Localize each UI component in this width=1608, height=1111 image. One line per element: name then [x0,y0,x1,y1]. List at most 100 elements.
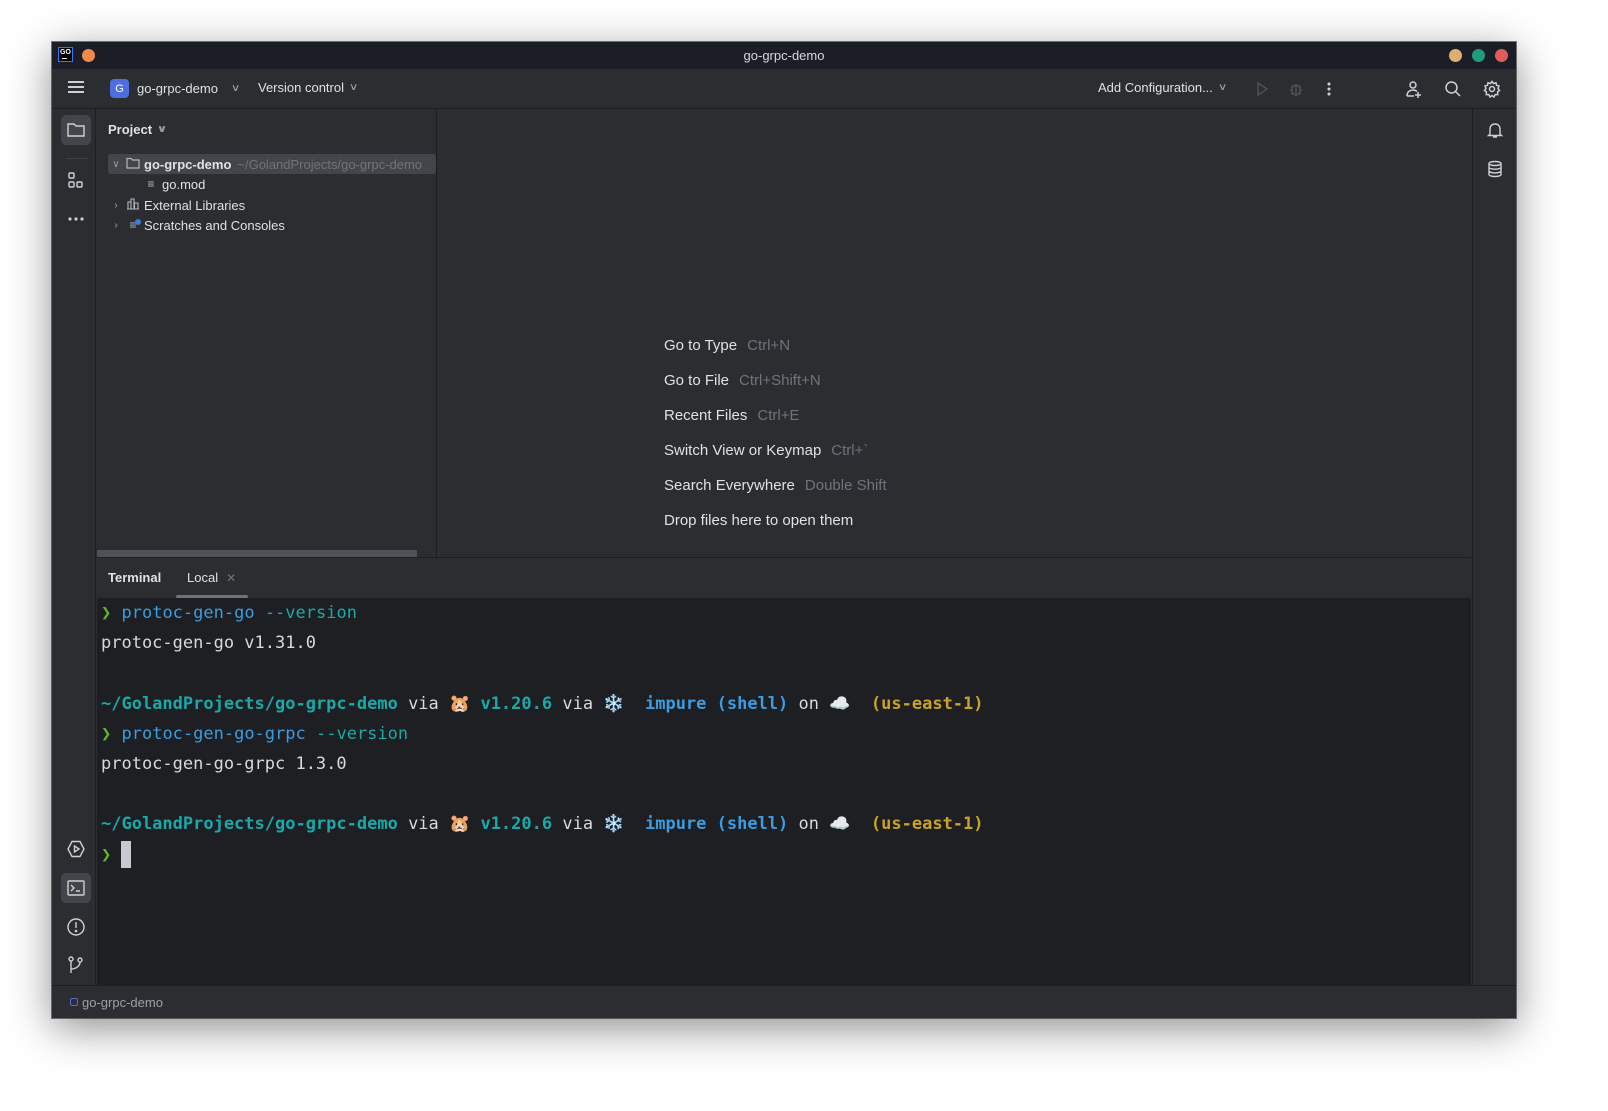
tree-item-go-mod[interactable]: ≡ go.mod [108,174,436,194]
status-project-name[interactable]: go-grpc-demo [82,995,163,1010]
minimize-button[interactable] [1449,49,1462,62]
tree-item-project-root[interactable]: ∨ go-grpc-demo ~/GolandProjects/go-grpc-… [108,154,436,174]
scratches-icon: ≡ [124,218,142,232]
hint-switch-view: Switch View or Keymap Ctrl+` [664,442,869,459]
terminal-line: ❯ protoc-gen-go --version [101,603,357,623]
notifications-button[interactable] [1480,115,1510,145]
settings-button[interactable] [1480,77,1504,101]
problems-icon [67,918,85,936]
add-user-icon [1406,81,1421,98]
version-control-label: Version control [258,80,344,95]
run-icon [1257,81,1269,97]
add-configuration-label: Add Configuration... [1098,80,1213,95]
chevron-down-icon: ∨ [348,82,359,93]
notifications-bell-icon [1486,123,1504,138]
gopher-icon: 🐹 [449,693,471,714]
debug-button[interactable] [1284,77,1308,101]
terminal-line: protoc-gen-go-grpc 1.3.0 [101,753,347,774]
project-folder-icon [67,123,85,137]
editor-area: Go to Type Ctrl+N Go to File Ctrl+Shift+N … [438,109,1471,557]
goland-logo-icon: GO [58,47,73,62]
run-button[interactable] [1250,77,1274,101]
chevron-down-icon: ∨ [1217,82,1228,93]
git-tool-button[interactable] [61,950,91,980]
terminal-line: protoc-gen-go v1.31.0 [101,633,316,654]
snowflake-icon: ❄️ [603,693,625,714]
project-switcher[interactable]: G go-grpc-demo ∨ [110,79,241,98]
snowflake-icon: ❄️ [603,814,625,835]
gopher-icon: 🐹 [449,814,471,835]
terminal-prompt-line: ~/GolandProjects/go-grpc-demo via 🐹 v1.2… [101,693,984,714]
window-title: go-grpc-demo [743,48,825,63]
terminal-title: Terminal [108,570,162,585]
services-icon [67,840,85,858]
cloud-icon: ☁️ [829,693,851,714]
terminal-icon [67,880,85,896]
hint-recent-files: Recent Files Ctrl+E [664,407,800,424]
project-panel: Project ∨ ∨ go-grpc-demo ~/GolandProject… [97,109,437,557]
search-everywhere-button[interactable] [1441,77,1465,101]
more-tool-windows-button[interactable] [61,204,91,234]
terminal-tool-button[interactable] [61,873,91,903]
library-icon [124,197,142,213]
search-icon [1445,81,1461,97]
title-bar: GO go-grpc-demo [52,42,1516,69]
empty-editor-hints: Go to Type Ctrl+N Go to File Ctrl+Shift+N … [664,337,887,547]
terminal-panel: Terminal Local ✕ ❯ protoc-gen-go --versio… [97,557,1471,985]
ide-window: GO go-grpc-demo G go-grpc-demo ∨ Version… [52,42,1516,1018]
close-icon[interactable]: ✕ [226,571,236,585]
main-menu-icon[interactable] [68,81,84,95]
hint-go-to-type: Go to Type Ctrl+N [664,337,791,354]
tree-item-label: go.mod [162,176,206,192]
right-tool-strip [1472,109,1516,985]
terminal-tab-local[interactable]: Local ✕ [176,558,248,598]
services-tool-button[interactable] [61,834,91,864]
add-configuration-dropdown[interactable]: Add Configuration... ∨ [1098,80,1228,95]
structure-tool-button[interactable] [61,165,91,195]
maximize-button[interactable] [1472,49,1485,62]
database-icon [1488,160,1502,178]
folder-icon [124,157,142,172]
terminal-tab-label: Local [187,570,219,585]
code-with-me-button[interactable] [1402,77,1426,101]
terminal-tab-bar: Terminal Local ✕ [97,558,1471,598]
git-icon [68,956,83,973]
project-view-dropdown[interactable]: Project ∨ [108,122,168,137]
hint-drop-files: Drop files here to open them [664,512,854,529]
tree-item-label: External Libraries [144,197,246,213]
terminal-line: ❯ protoc-gen-go-grpc --version [101,723,409,744]
terminal-prompt-line: ~/GolandProjects/go-grpc-demo via 🐹 v1.2… [101,814,984,835]
more-actions-button[interactable] [1317,77,1341,101]
project-tool-button[interactable] [61,115,91,145]
project-square-icon [70,998,78,1006]
chevron-down-icon: ∨ [156,124,168,135]
version-control-dropdown[interactable]: Version control ∨ [258,80,359,95]
terminal-output[interactable]: ❯ protoc-gen-go --version protoc-gen-go … [101,598,1471,870]
hint-go-to-file: Go to File Ctrl+Shift+N [664,372,821,389]
problems-tool-button[interactable] [61,912,91,942]
gear-icon [1483,80,1501,98]
hint-search-everywhere: Search Everywhere Double Shift [664,477,887,494]
close-window-button[interactable] [1495,49,1508,62]
chevron-right-icon[interactable]: › [108,200,124,211]
status-bar: go-grpc-demo [52,985,1516,1018]
file-text-icon: ≡ [147,177,155,191]
tree-item-external-libraries[interactable]: › External Libraries [108,195,436,215]
project-name: go-grpc-demo [137,81,218,96]
left-tool-strip [52,109,96,985]
more-horizontal-icon [68,217,84,221]
database-tool-button[interactable] [1480,154,1510,184]
tree-item-scratches[interactable]: › ≡ Scratches and Consoles [108,215,436,235]
tree-item-path-hint: ~/GolandProjects/go-grpc-demo [237,156,423,172]
project-panel-title: Project [108,122,153,137]
chevron-down-icon[interactable]: ∨ [108,159,124,170]
chevron-down-icon: ∨ [230,83,241,94]
horizontal-scrollbar[interactable] [97,550,417,557]
tree-item-label: Scratches and Consoles [144,217,285,233]
debug-icon [1290,84,1302,96]
window-indicator-dot[interactable] [82,49,95,62]
chevron-right-icon[interactable]: › [108,220,124,231]
more-vertical-icon [1327,82,1331,96]
terminal-input-line[interactable]: ❯ [101,840,1471,870]
